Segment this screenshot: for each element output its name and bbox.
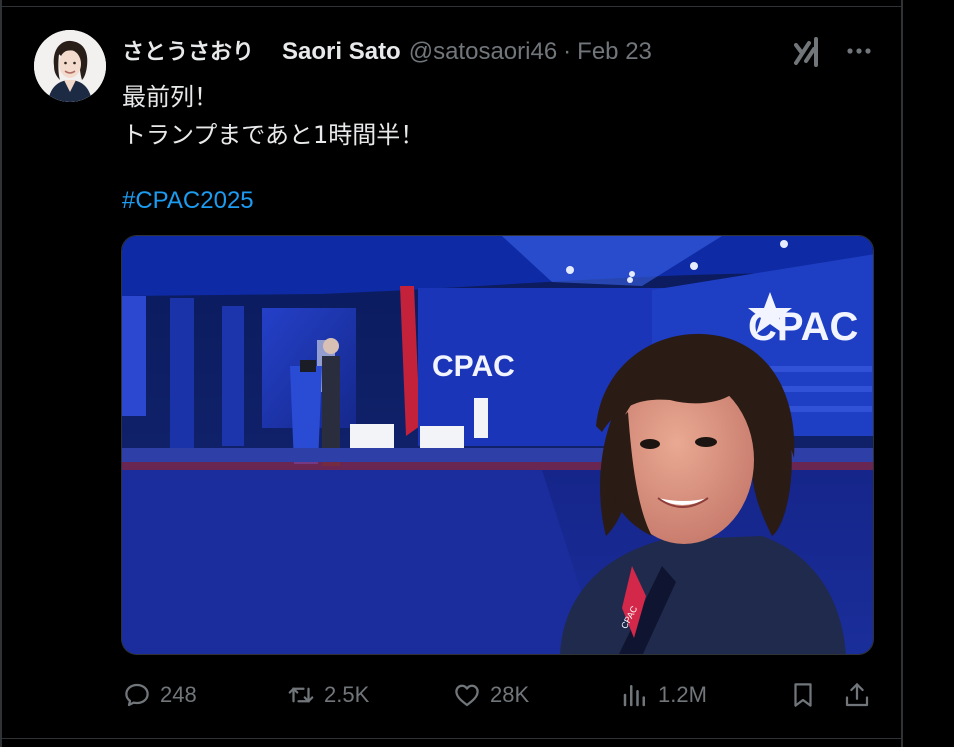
tweet-header: さとうさおり Saori Sato @satosaori46 · Feb 23 xyxy=(122,34,652,66)
frame-right-border xyxy=(901,0,903,747)
grok-icon[interactable] xyxy=(792,35,822,69)
reply-count: 248 xyxy=(160,682,197,707)
bookmark-icon xyxy=(794,683,812,707)
reply-button[interactable]: 248 xyxy=(122,677,197,713)
tweet-date[interactable]: Feb 23 xyxy=(577,38,652,66)
bookmark-button[interactable] xyxy=(788,677,826,713)
retweet-icon xyxy=(288,687,314,703)
retweet-button[interactable]: 2.5K xyxy=(286,677,369,713)
retweet-count: 2.5K xyxy=(324,682,370,707)
user-handle[interactable]: @satosaori46 xyxy=(409,38,557,66)
share-icon xyxy=(845,683,869,707)
like-button[interactable]: 28K xyxy=(452,677,529,713)
view-count: 1.2M xyxy=(658,682,707,707)
views-icon xyxy=(623,685,645,707)
share-button[interactable] xyxy=(842,677,880,713)
more-icon[interactable] xyxy=(844,37,874,65)
tweet-media-photo[interactable]: CPAC CPAC CPAC xyxy=(121,235,874,655)
alt-name[interactable]: Saori Sato xyxy=(282,38,401,66)
display-name[interactable]: さとうさおり xyxy=(122,34,254,66)
tweet-text-line-2: トランプまであと1時間半！ xyxy=(122,121,425,149)
heart-icon xyxy=(455,684,479,707)
stage-logo-left: CPAC xyxy=(432,350,515,383)
views-button[interactable]: 1.2M xyxy=(620,677,707,713)
header-separator: · xyxy=(563,38,572,65)
tweet-card[interactable]: さとうさおり Saori Sato @satosaori46 · Feb 23 … xyxy=(2,7,901,738)
avatar-portrait xyxy=(34,30,106,102)
photo-conference-stage: CPAC CPAC CPAC xyxy=(122,236,873,654)
like-count: 28K xyxy=(490,682,530,707)
hashtag-link[interactable]: #CPAC2025 xyxy=(122,187,254,215)
tweet-actions-bar: 248 2.5K 28K 1.2M xyxy=(122,677,882,713)
reply-icon xyxy=(125,683,149,707)
avatar[interactable] xyxy=(34,30,106,102)
tweet-text-line-1: 最前列！ xyxy=(122,83,218,111)
frame-bottom-border xyxy=(0,738,903,739)
